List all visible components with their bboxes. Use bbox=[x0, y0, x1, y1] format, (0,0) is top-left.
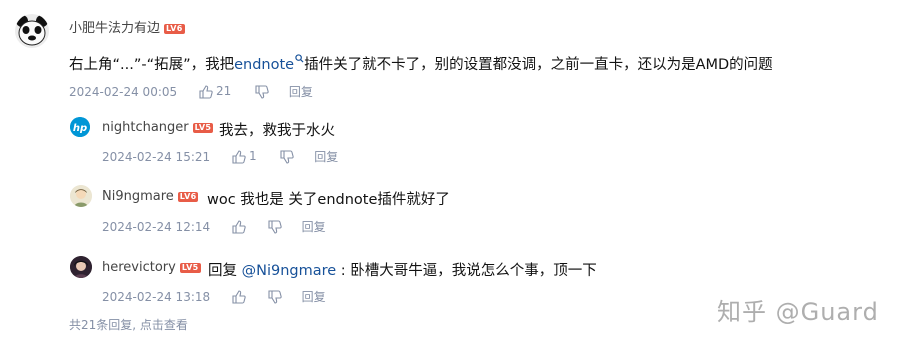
comment-time: 2024-02-24 00:05 bbox=[69, 84, 178, 99]
thumbs-down-icon bbox=[280, 150, 295, 164]
reply-username[interactable]: nightchanger LV5 bbox=[102, 120, 214, 135]
avatar-hp[interactable]: hp bbox=[70, 117, 90, 137]
reply-text-content: woc 我也是 关了endnote插件就好了 bbox=[207, 192, 450, 208]
reply-time: 2024-02-24 13:18 bbox=[102, 289, 211, 304]
thumbs-down-icon bbox=[268, 290, 282, 304]
endnote-search-link[interactable]: endnote bbox=[234, 54, 304, 73]
like-count: 21 bbox=[215, 84, 232, 99]
reply-button[interactable]: 回复 bbox=[302, 288, 326, 305]
like-button[interactable]: 1 bbox=[232, 149, 257, 164]
reply-prefix: 回复 bbox=[208, 263, 237, 279]
reply-button[interactable]: 回复 bbox=[314, 148, 338, 165]
like-count: 1 bbox=[248, 149, 257, 164]
level-badge: LV5 bbox=[179, 263, 201, 273]
like-button[interactable]: 21 bbox=[199, 84, 231, 99]
character-avatar-icon bbox=[70, 256, 92, 278]
reply-time: 2024-02-24 12:14 bbox=[102, 219, 211, 234]
thumbs-down-icon bbox=[268, 220, 282, 234]
reply-time: 2024-02-24 15:21 bbox=[102, 149, 211, 164]
reply-button[interactable]: 回复 bbox=[289, 83, 313, 100]
comment-username[interactable]: 小肥牛法力有边 LV6 bbox=[69, 17, 185, 36]
comment-meta: 2024-02-24 00:05 21 回复 bbox=[69, 83, 313, 100]
thumbs-up-icon bbox=[232, 220, 246, 234]
reply-meta: 2024-02-24 13:18 回复 bbox=[102, 288, 326, 305]
like-button[interactable] bbox=[232, 289, 246, 304]
avatar-herevictory[interactable] bbox=[70, 256, 92, 278]
view-all-replies-link[interactable]: 共21条回复, 点击查看 bbox=[69, 316, 188, 333]
reply-button[interactable]: 回复 bbox=[302, 218, 326, 235]
reply-text-content: : 卧槽大哥牛逼，我说怎么个事，顶一下 bbox=[340, 263, 597, 279]
thumbs-up-icon bbox=[199, 85, 213, 99]
username-text[interactable]: nightchanger bbox=[102, 120, 189, 135]
reply-meta: 2024-02-24 15:21 1 回复 bbox=[102, 148, 338, 165]
character-avatar-icon bbox=[70, 185, 92, 207]
reply-text-content: 我去，救我于水火 bbox=[219, 123, 335, 139]
username-text[interactable]: Ni9ngmare bbox=[102, 189, 174, 204]
like-button[interactable] bbox=[232, 219, 246, 234]
dislike-button[interactable] bbox=[280, 149, 295, 164]
avatar-ni9ngmare[interactable] bbox=[70, 185, 92, 207]
username-text[interactable]: 小肥牛法力有边 bbox=[69, 21, 160, 36]
link-text[interactable]: endnote bbox=[234, 57, 294, 73]
svg-text:hp: hp bbox=[73, 123, 87, 134]
reply-meta: 2024-02-24 12:14 回复 bbox=[102, 218, 326, 235]
username-text[interactable]: herevictory bbox=[102, 260, 176, 275]
level-badge: LV6 bbox=[164, 24, 185, 34]
reply-username[interactable]: herevictory LV5 bbox=[102, 260, 201, 275]
search-icon bbox=[295, 54, 304, 63]
reply-text: 回复 @Ni9ngmare : 卧槽大哥牛逼，我说怎么个事，顶一下 bbox=[208, 259, 597, 280]
panda-avatar-icon bbox=[15, 14, 49, 48]
zhihu-watermark: 知乎 @Guard bbox=[717, 298, 879, 326]
mention-link[interactable]: @Ni9ngmare bbox=[242, 263, 337, 279]
thumbs-up-icon bbox=[232, 150, 246, 164]
thumbs-down-icon bbox=[255, 85, 269, 99]
reply-text: woc 我也是 关了endnote插件就好了 bbox=[207, 188, 450, 209]
dislike-button[interactable] bbox=[268, 289, 282, 304]
hp-logo-icon: hp bbox=[70, 117, 90, 137]
avatar-panda[interactable] bbox=[15, 14, 49, 48]
comment-text-after: 插件关了就不卡了，别的设置都没调，之前一直卡，还以为是AMD的问题 bbox=[304, 57, 773, 73]
level-badge: LV6 bbox=[177, 192, 199, 202]
reply-username[interactable]: Ni9ngmare LV6 bbox=[102, 189, 199, 204]
dislike-button[interactable] bbox=[268, 219, 282, 234]
level-badge: LV5 bbox=[192, 123, 214, 133]
reply-text: 我去，救我于水火 bbox=[219, 119, 335, 140]
dislike-button[interactable] bbox=[255, 84, 269, 99]
comment-text-before: 右上角“...”-“拓展”，我把 bbox=[69, 57, 235, 73]
comment-text: 右上角“...”-“拓展”，我把endnote 插件关了就不卡了，别的设置都没调，… bbox=[69, 53, 773, 74]
thumbs-up-icon bbox=[232, 290, 246, 304]
